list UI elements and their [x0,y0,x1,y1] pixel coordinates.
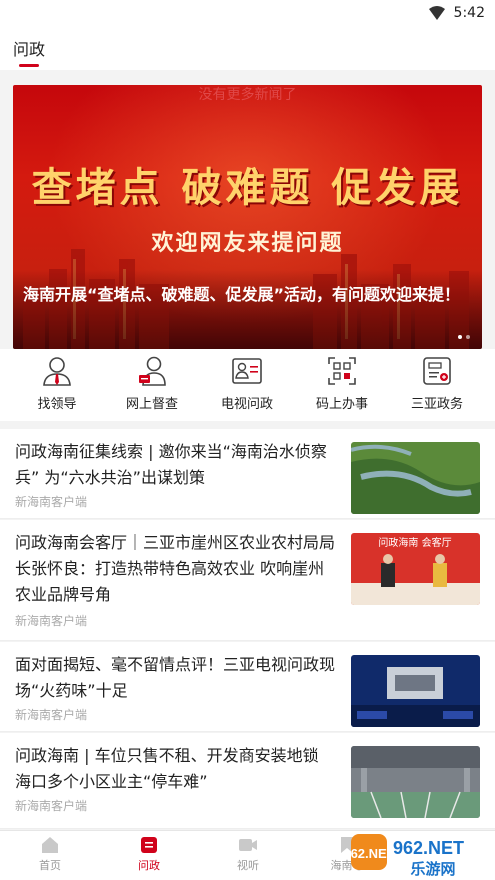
quick-link-tv-inquiry[interactable]: 电视问政 [202,355,292,412]
quick-link-label: 码上办事 [315,397,368,412]
nav-label: 视听 [237,859,259,872]
home-icon [42,837,58,853]
tab-indicator [19,64,39,67]
banner-caption-shade [13,269,482,349]
nav-label: 首页 [39,859,61,872]
news-source: 新海南客户端 [15,708,88,722]
news-divider [0,640,495,641]
news-item[interactable]: 问政海南会客厅｜三亚市崖州区农业农村局局长张怀良：打造热带特色高效农业 吹响崖州… [0,520,495,641]
news-title: 问政海南 | 车位只售不租、开发商安装地锁 海口多个小区业主“停车难” [15,746,319,791]
watermark-brand-text: 962.NET [393,838,464,858]
carousel-dots [458,335,470,339]
quick-link-qr-service[interactable]: 码上办事 [297,355,387,412]
news-thumbnail-parking [351,746,480,818]
news-divider [0,518,495,519]
news-item[interactable]: 问政海南 | 车位只售不租、开发商安装地锁 海口多个小区业主“停车难” 新海南客… [0,733,495,829]
status-bar: 5:42 [0,0,495,28]
tab-inquiry[interactable]: 问政 [13,36,45,60]
quick-link-sanya-gov[interactable]: 三亚政务 [392,355,482,412]
watermark-name: 乐游网 [410,860,455,878]
status-time: 5:42 [453,5,485,21]
supervision-icon [139,356,166,386]
no-more-news-notice: 没有更多新闻了 [198,87,297,103]
wifi-icon [429,6,445,20]
leader-icon [43,357,71,386]
news-item[interactable]: 面对面揭短、毫不留情点评！三亚电视问政现场“火药味”十足 新海南客户端 [0,642,495,732]
carousel-dot-active [458,335,462,339]
news-thumbnail-studio: 问政海南 会客厅 [351,533,480,605]
qr-service-icon [328,357,356,385]
news-thumbnail-wetland [351,442,480,514]
video-icon [239,839,257,851]
quick-link-label: 三亚政务 [410,397,463,412]
news-thumbnail-stage [351,655,480,727]
inquiry-icon [141,837,157,853]
news-divider [0,731,495,732]
quick-links: 找领导 网上督查 电视问政 码上办事 三亚政务 [0,349,495,421]
news-source: 新海南客户端 [15,495,88,509]
banner-headline: 查堵点 破难题 促发展 [31,164,464,211]
nav-video[interactable]: 视听 [198,835,298,873]
nav-inquiry[interactable]: 问政 [99,835,199,873]
nav-home[interactable]: 首页 [0,835,100,873]
nav-label: 问政 [138,859,160,872]
news-title: 问政海南征集线索 | 邀你来当“海南治水侦察兵” 为“六水共治”出谋划策 [15,442,327,487]
thumbnail-text: 问政海南 会客厅 [378,536,451,549]
carousel-dot [466,335,470,339]
banner-slogan: 欢迎网友来提问题 [151,230,344,256]
watermark-logo: 962.NET 962.NET 乐游网 [343,826,491,880]
news-source: 新海南客户端 [15,614,88,628]
news-source: 新海南客户端 [15,799,88,813]
banner-carousel[interactable]: 查堵点 破难题 促发展 欢迎网友来提问题 海南开展“查堵点、破难题、促发展”活动… [13,85,482,349]
quick-link-label: 电视问政 [220,397,273,412]
quick-link-label: 找领导 [37,397,77,412]
news-item[interactable]: 问政海南征集线索 | 邀你来当“海南治水侦察兵” 为“六水共治”出谋划策 新海南… [0,429,495,519]
quick-link-label: 网上督查 [125,397,178,412]
banner-caption: 海南开展“查堵点、破难题、促发展”活动，有问题欢迎来提！ [23,285,461,304]
quick-link-leader[interactable]: 找领导 [12,355,102,412]
news-title: 面对面揭短、毫不留情点评！三亚电视问政现场“火药味”十足 [15,655,336,700]
watermark-brand: 962.NET [349,846,395,861]
quick-link-supervision[interactable]: 网上督查 [107,355,197,412]
tv-inquiry-icon [232,358,262,384]
sanya-gov-icon [423,357,451,385]
news-title: 问政海南会客厅｜三亚市崖州区农业农村局局长张怀良：打造热带特色高效农业 吹响崖州… [15,533,336,604]
top-tab-bar: 问政 [0,28,495,70]
